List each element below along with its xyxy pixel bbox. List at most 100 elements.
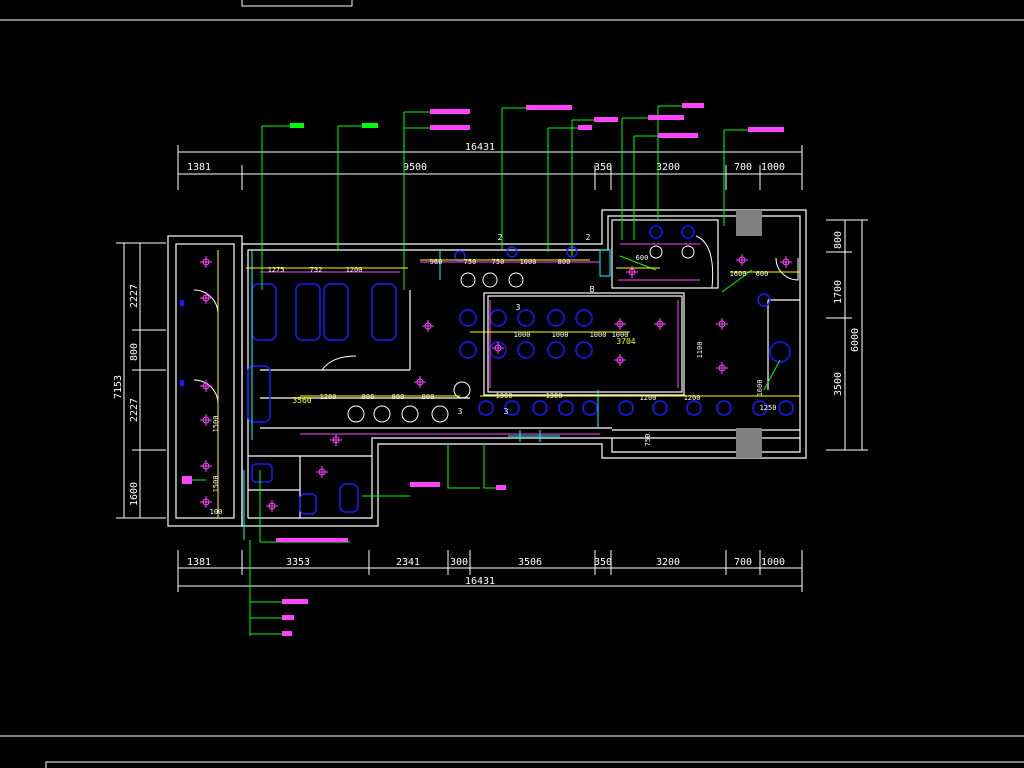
- left-dim-1: 2227: [129, 284, 140, 308]
- dim-text: 1600: [730, 270, 747, 278]
- toilet: [339, 483, 359, 513]
- right-total-dimension: 6000: [850, 328, 861, 352]
- dim-text: 1500: [212, 476, 220, 493]
- light-point: [716, 318, 728, 330]
- marker: 2: [498, 233, 503, 242]
- dim-text: 750: [492, 258, 505, 266]
- top-dim-1: 1381: [187, 162, 211, 173]
- dim-text: 1200: [640, 394, 657, 402]
- downlight: [460, 272, 476, 288]
- right-dim-2: 1700: [833, 280, 844, 304]
- downlight: [401, 405, 419, 423]
- marker: 3: [504, 407, 509, 416]
- dim-text: 1200: [684, 394, 701, 402]
- dim-text: 960: [430, 258, 443, 266]
- left-dim-3: 2227: [129, 398, 140, 422]
- stool: [506, 246, 518, 258]
- pillar: [736, 210, 762, 236]
- seat: [575, 309, 593, 327]
- left-dim-4: 1600: [129, 482, 140, 506]
- chair: [295, 283, 321, 341]
- top-dim-3: 350: [594, 162, 612, 173]
- bottom-dim-1: 1381: [187, 557, 211, 568]
- seat: [547, 309, 565, 327]
- bottom-dim-4: 300: [450, 557, 468, 568]
- light-point: [736, 254, 748, 266]
- dim-text: 1200: [346, 266, 363, 274]
- right-dim-3: 3500: [833, 372, 844, 396]
- dim-text: 3560: [292, 396, 311, 405]
- light-point: [716, 362, 728, 374]
- dim-text: 800: [392, 393, 405, 401]
- left-total-dimension: 7153: [113, 375, 124, 399]
- light-point: [654, 318, 666, 330]
- dim-text: 1250: [760, 404, 777, 412]
- seat: [558, 400, 574, 416]
- light-point: [614, 354, 626, 366]
- downlight: [649, 245, 663, 259]
- bottom-dim-3: 2341: [396, 557, 420, 568]
- dim-text: 1600: [756, 380, 764, 397]
- structural-pillars: [736, 210, 762, 458]
- bottom-dim-9: 1000: [761, 557, 785, 568]
- bottom-dim-6: 350: [594, 557, 612, 568]
- dim-text: 800: [558, 258, 571, 266]
- marker: 2: [586, 233, 591, 242]
- dim-text: 1200: [320, 393, 337, 401]
- right-dim-1: 800: [833, 231, 844, 249]
- left-dim-2: 800: [129, 343, 140, 361]
- toilet: [299, 493, 317, 515]
- dim-text: 1275: [268, 266, 285, 274]
- seat: [517, 309, 535, 327]
- downlight: [482, 272, 498, 288]
- seat: [686, 400, 702, 416]
- dim-text: 1500: [212, 416, 220, 433]
- right-dimension-chain: [826, 219, 868, 451]
- light-point: [200, 292, 212, 304]
- light-point: [780, 256, 792, 268]
- light-point: [316, 466, 328, 478]
- light-point: [414, 376, 426, 388]
- light-point: [200, 414, 212, 426]
- dim-text: 600: [636, 254, 649, 262]
- downlight: [373, 405, 391, 423]
- seat: [532, 400, 548, 416]
- downlight: [431, 405, 449, 423]
- light-point: [200, 380, 212, 392]
- dim-text: 732: [310, 266, 323, 274]
- dim-text: 750: [464, 258, 477, 266]
- cad-drawing-canvas: 16431 1381 9500 350 3200 700 1000 1381 3…: [0, 0, 1024, 768]
- seat: [489, 309, 507, 327]
- seat: [547, 341, 565, 359]
- seat: [517, 341, 535, 359]
- dim-text: 3704: [616, 337, 635, 346]
- downlight: [508, 272, 524, 288]
- light-point: [266, 500, 278, 512]
- bottom-dim-8: 700: [734, 557, 752, 568]
- chair: [323, 283, 349, 341]
- pillar: [736, 428, 762, 458]
- bottom-total-dimension: 16431: [465, 576, 495, 587]
- stool: [681, 225, 695, 239]
- bottom-dim-7: 3200: [656, 557, 680, 568]
- marker: 3: [458, 407, 463, 416]
- top-dim-6: 1000: [761, 162, 785, 173]
- drawing-frame: [0, 0, 1024, 768]
- dim-text: 600: [756, 270, 769, 278]
- dim-text: 800: [362, 393, 375, 401]
- light-point: [200, 460, 212, 472]
- stool: [649, 225, 663, 239]
- seat: [652, 400, 668, 416]
- marker: B: [590, 285, 595, 294]
- dimension-ticks: [217, 250, 800, 518]
- stool: [769, 341, 791, 363]
- seat: [618, 400, 634, 416]
- top-dim-5: 700: [734, 162, 752, 173]
- light-point: [614, 318, 626, 330]
- seat: [582, 400, 598, 416]
- top-total-dimension: 16431: [465, 142, 495, 153]
- light-point: [200, 256, 212, 268]
- wash-basin: [251, 463, 273, 483]
- light-point: [200, 496, 212, 508]
- dim-text: 1100: [696, 342, 704, 359]
